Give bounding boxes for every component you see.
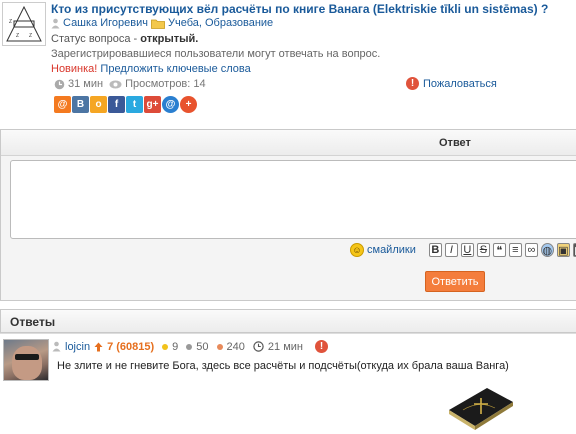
odnoklassniki-icon[interactable]: о xyxy=(90,96,107,113)
svg-text:Z: Z xyxy=(29,33,32,39)
book-image[interactable] xyxy=(443,380,517,432)
status-prefix: Статус вопроса - xyxy=(51,33,141,45)
answer-time-ago: 21 мин xyxy=(267,340,303,353)
avatar-face xyxy=(12,346,42,380)
user-icon xyxy=(52,341,61,352)
svg-text:Z: Z xyxy=(16,33,19,39)
more-share-icon[interactable]: + xyxy=(180,96,197,113)
smiles-link[interactable]: смайлики xyxy=(367,244,416,256)
svg-text:Z: Z xyxy=(9,19,12,25)
google-plus-icon[interactable]: g+ xyxy=(144,96,161,113)
question-meta: Сашка Игоревич Учеба, Образование xyxy=(51,17,273,29)
bold-button[interactable]: B xyxy=(428,243,442,257)
question-thumbnail[interactable]: Z Z Z xyxy=(2,2,46,46)
link-icon[interactable]: ∞ xyxy=(524,243,538,257)
answers-divider xyxy=(0,333,576,334)
answer-text: Не злите и не гневите Бога, здесь все ра… xyxy=(57,360,509,372)
email-icon[interactable]: @ xyxy=(162,96,179,113)
answer-meta: lojcin 7 (60815) 9 50 240 21 мин ! xyxy=(52,340,328,353)
warning-icon: ! xyxy=(406,77,419,90)
answer-textarea[interactable] xyxy=(10,160,576,239)
gray-count: 50 xyxy=(196,340,209,353)
time-ago: 31 мин xyxy=(68,78,104,90)
circuit-diagram-image: Z Z Z xyxy=(6,5,42,42)
share-bar: @ В о f t g+ @ + xyxy=(54,96,197,113)
answer-author-link[interactable]: lojcin xyxy=(65,341,90,353)
clock-icon xyxy=(54,79,65,89)
yellow-dot-icon xyxy=(162,343,169,350)
code-icon[interactable]: ≡ xyxy=(508,243,522,257)
folder-icon xyxy=(151,19,165,29)
orange-count: 240 xyxy=(226,340,245,353)
answers-header: Ответы xyxy=(0,309,576,333)
answer-form-header: Ответ xyxy=(1,130,576,156)
status-value: открытый. xyxy=(140,33,199,45)
clock-icon xyxy=(253,341,264,352)
category-link[interactable]: Учеба, Образование xyxy=(168,17,273,29)
views-count: Просмотров: 14 xyxy=(125,78,206,90)
rating-arrow-icon xyxy=(94,342,103,351)
report-button[interactable]: ! Пожаловаться xyxy=(406,77,497,90)
vk-icon[interactable]: В xyxy=(72,96,89,113)
user-icon xyxy=(51,18,60,28)
question-title[interactable]: Кто из присутствующих вёл расчёты по кни… xyxy=(51,2,548,16)
new-label: Новинка! xyxy=(51,63,98,75)
orange-dot-icon xyxy=(216,343,223,350)
underline-button[interactable]: U xyxy=(460,243,474,257)
question-status: Статус вопроса - открытый. xyxy=(51,33,198,45)
strikethrough-button[interactable]: S xyxy=(476,243,490,257)
yellow-count: 9 xyxy=(172,340,179,353)
quote-icon[interactable]: ❝ xyxy=(492,243,506,257)
answer-form: Ответ ☺ смайлики B I U S ❝ ≡ ∞ ◍ ▣ ▶ Отв… xyxy=(0,129,576,301)
avatar[interactable] xyxy=(3,339,49,381)
author-link[interactable]: Сашка Игоревич xyxy=(63,17,148,29)
submit-answer-button[interactable]: Ответить xyxy=(425,271,485,292)
report-answer-icon[interactable]: ! xyxy=(314,340,328,353)
keywords-suggestion: Новинка! Предложить ключевые слова xyxy=(51,63,251,75)
report-label: Пожаловаться xyxy=(423,77,497,90)
gray-dot-icon xyxy=(186,343,193,350)
twitter-icon[interactable]: t xyxy=(126,96,143,113)
answer-author-rating: 7 (60815) xyxy=(107,340,155,353)
suggest-keywords-link[interactable]: Предложить ключевые слова xyxy=(100,63,250,75)
avatar-glasses xyxy=(15,354,39,360)
eye-icon xyxy=(109,80,122,88)
mail-ru-icon[interactable]: @ xyxy=(54,96,71,113)
facebook-icon[interactable]: f xyxy=(108,96,125,113)
editor-toolbar: ☺ смайлики B I U S ❝ ≡ ∞ ◍ ▣ ▶ xyxy=(350,243,576,257)
globe-icon[interactable]: ◍ xyxy=(540,243,554,257)
image-icon[interactable]: ▣ xyxy=(556,243,570,257)
italic-button[interactable]: I xyxy=(444,243,458,257)
smiley-icon[interactable]: ☺ xyxy=(350,243,364,257)
registration-notice: Зарегистрировавшиеся пользователи могут … xyxy=(51,48,381,60)
question-stats: 31 мин Просмотров: 14 xyxy=(54,78,206,90)
